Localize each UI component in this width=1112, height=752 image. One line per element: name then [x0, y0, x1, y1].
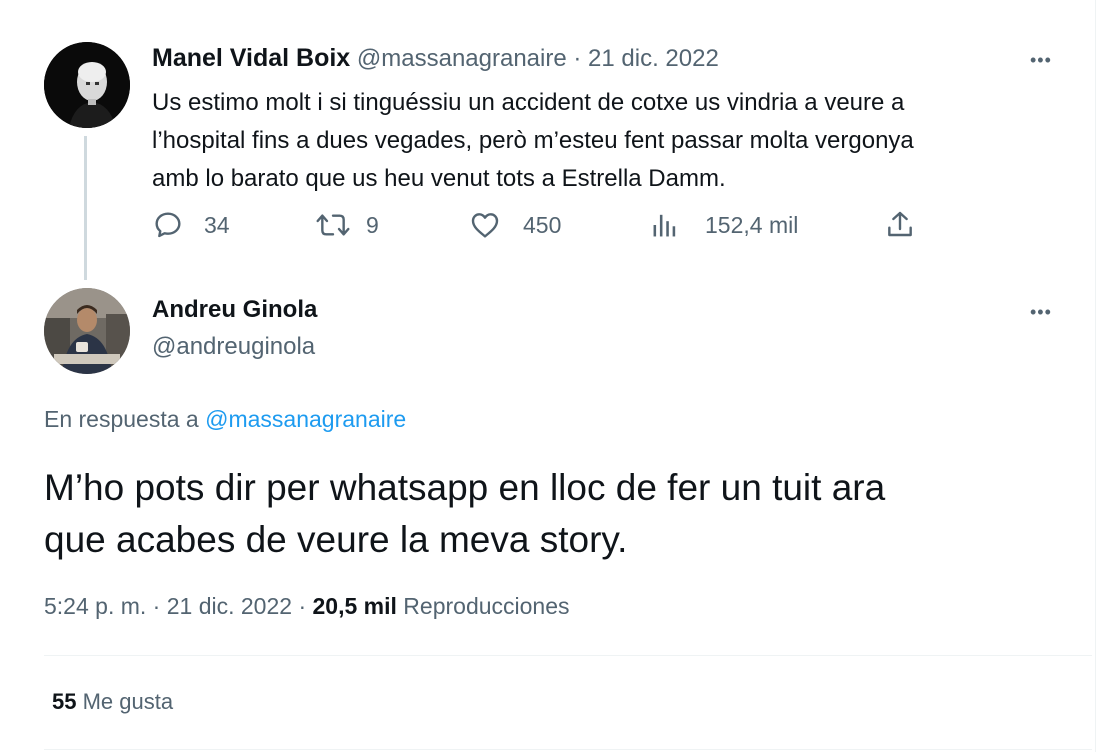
parent-tweet-text: Us estimo molt i si tinguéssiu un accide… — [152, 84, 1052, 198]
meta-separator: · — [298, 593, 307, 619]
reply-context-handle-link[interactable]: @massanagranaire — [205, 406, 406, 432]
parent-text-line: Us estimo molt i si tinguéssiu un accide… — [152, 89, 905, 116]
parent-date[interactable]: 21 dic. 2022 — [588, 45, 719, 72]
parent-text-line: l’hospital fins a dues vegades, però m’e… — [152, 127, 914, 154]
author-handle[interactable]: @andreuginola — [152, 333, 315, 361]
likes-summary[interactable]: 55 Me gusta — [52, 689, 173, 715]
avatar-photo-icon — [44, 42, 130, 128]
main-text-line: que acabes de veure la meva story. — [44, 519, 628, 560]
likes-total-label: Me gusta — [82, 689, 174, 714]
heart-icon — [471, 213, 499, 238]
reply-context-prefix: En respuesta a — [44, 406, 199, 432]
parent-header-separator: · — [573, 45, 582, 72]
retweet-icon — [316, 214, 350, 236]
meta-separator: · — [152, 593, 161, 619]
divider — [44, 749, 1092, 750]
tweet-time[interactable]: 5:24 p. m. — [44, 593, 146, 619]
likes-total-count: 55 — [52, 689, 77, 714]
parent-display-name[interactable]: Manel Vidal Boix — [152, 44, 350, 72]
reply-count: 34 — [204, 211, 230, 238]
main-more-options-icon[interactable]: ••• — [1030, 302, 1052, 322]
main-text-line: M’ho pots dir per whatsapp en lloc de fe… — [44, 467, 886, 508]
scrollbar-track[interactable] — [1095, 0, 1112, 752]
parent-tweet-header: Manel Vidal Boix @massanagranaire · 21 d… — [152, 44, 719, 73]
views-count: 152,4 mil — [705, 211, 799, 238]
share-icon — [888, 211, 912, 237]
avatar-andreu[interactable] — [44, 288, 130, 374]
author-display-name[interactable]: Andreu Ginola — [152, 296, 317, 324]
parent-text-line: amb lo barato que us heu venut tots a Es… — [152, 165, 726, 192]
like-count: 450 — [523, 211, 562, 238]
like-button[interactable]: 450 — [469, 209, 561, 241]
retweet-count: 9 — [366, 211, 379, 238]
avatar-photo-icon — [44, 288, 130, 374]
views-total-count: 20,5 mil — [312, 593, 397, 619]
thread-connector-line — [84, 136, 87, 280]
retweet-button[interactable]: 9 — [314, 209, 379, 241]
views-total-label: Reproducciones — [403, 593, 570, 619]
views-button[interactable]: 152,4 mil — [651, 209, 798, 241]
parent-handle[interactable]: @massanagranaire — [357, 45, 567, 72]
views-bar-chart-icon — [653, 214, 676, 237]
reply-context: En respuesta a @massanagranaire — [44, 406, 406, 433]
reply-button[interactable]: 34 — [152, 209, 230, 241]
share-button[interactable] — [884, 209, 916, 241]
reply-icon — [155, 212, 181, 238]
tweet-meta: 5:24 p. m. · 21 dic. 2022 · 20,5 mil Rep… — [44, 593, 570, 620]
main-tweet-text: M’ho pots dir per whatsapp en lloc de fe… — [44, 462, 885, 566]
parent-more-options-icon[interactable]: ••• — [1030, 50, 1052, 70]
divider — [44, 655, 1092, 656]
tweet-date[interactable]: 21 dic. 2022 — [167, 593, 292, 619]
avatar-manel[interactable] — [44, 42, 130, 128]
